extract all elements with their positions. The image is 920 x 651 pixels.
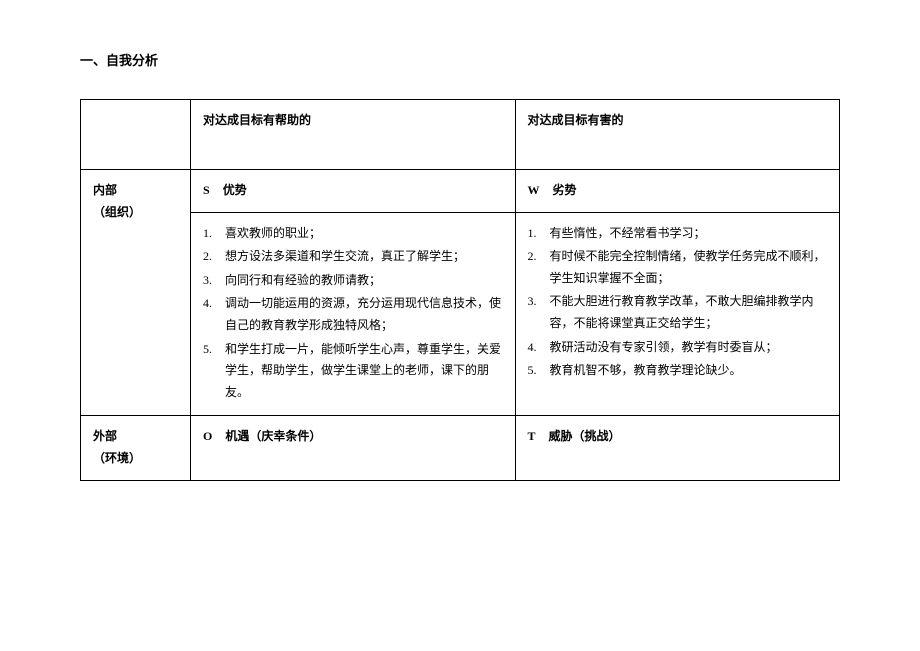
list-item: 向同行和有经验的教师请教； <box>203 270 503 292</box>
header-harmful: 对达成目标有害的 <box>515 100 840 170</box>
list-item: 有时候不能完全控制情绪，使教学任务完成不顺利，学生知识掌握不全面； <box>528 246 828 289</box>
list-item: 有些惰性，不经常看书学习； <box>528 223 828 245</box>
strength-list: 喜欢教师的职业； 想方设法多渠道和学生交流，真正了解学生； 向同行和有经验的教师… <box>203 223 503 404</box>
external-sub: （环境） <box>93 448 178 470</box>
internal-main: 内部 <box>93 180 178 202</box>
section-title: 一、自我分析 <box>80 50 840 69</box>
list-item: 和学生打成一片，能倾听学生心声，尊重学生，关爱学生，帮助学生，做学生课堂上的老师… <box>203 339 503 404</box>
t-name: 威胁（挑战） <box>549 429 621 443</box>
internal-sub: （组织） <box>93 202 178 224</box>
threat-header: T 威胁（挑战） <box>515 416 840 480</box>
internal-label-row: 内部 （组织） S 优势 W 劣势 <box>81 170 840 213</box>
weakness-content: 有些惰性，不经常看书学习； 有时候不能完全控制情绪，使教学任务完成不顺利，学生知… <box>515 212 840 416</box>
list-item: 调动一切能运用的资源，充分运用现代信息技术，使自己的教育教学形成独特风格； <box>203 293 503 336</box>
w-name: 劣势 <box>553 183 577 197</box>
external-label-row: 外部 （环境） O 机遇（庆幸条件） T 威胁（挑战） <box>81 416 840 480</box>
list-item: 想方设法多渠道和学生交流，真正了解学生； <box>203 246 503 268</box>
list-item: 不能大胆进行教育教学改革，不敢大胆编排教学内容，不能将课堂真正交给学生； <box>528 291 828 334</box>
swot-table: 对达成目标有帮助的 对达成目标有害的 内部 （组织） S 优势 W 劣势 喜欢教… <box>80 99 840 481</box>
list-item: 教育机智不够，教育教学理论缺少。 <box>528 360 828 382</box>
external-label-cell: 外部 （环境） <box>81 416 191 480</box>
strength-header: S 优势 <box>191 170 516 213</box>
opportunity-header: O 机遇（庆幸条件） <box>191 416 516 480</box>
list-item: 喜欢教师的职业； <box>203 223 503 245</box>
internal-content-row: 喜欢教师的职业； 想方设法多渠道和学生交流，真正了解学生； 向同行和有经验的教师… <box>81 212 840 416</box>
s-letter: S <box>203 180 210 202</box>
strength-content: 喜欢教师的职业； 想方设法多渠道和学生交流，真正了解学生； 向同行和有经验的教师… <box>191 212 516 416</box>
weakness-list: 有些惰性，不经常看书学习； 有时候不能完全控制情绪，使教学任务完成不顺利，学生知… <box>528 223 828 382</box>
header-helpful: 对达成目标有帮助的 <box>191 100 516 170</box>
external-main: 外部 <box>93 426 178 448</box>
w-letter: W <box>528 180 540 202</box>
header-row: 对达成目标有帮助的 对达成目标有害的 <box>81 100 840 170</box>
o-name: 机遇（庆幸条件） <box>225 429 321 443</box>
t-letter: T <box>528 426 536 448</box>
s-name: 优势 <box>223 183 247 197</box>
header-empty <box>81 100 191 170</box>
internal-label-cell: 内部 （组织） <box>81 170 191 416</box>
list-item: 教研活动没有专家引领，教学有时委盲从； <box>528 337 828 359</box>
weakness-header: W 劣势 <box>515 170 840 213</box>
o-letter: O <box>203 426 212 448</box>
